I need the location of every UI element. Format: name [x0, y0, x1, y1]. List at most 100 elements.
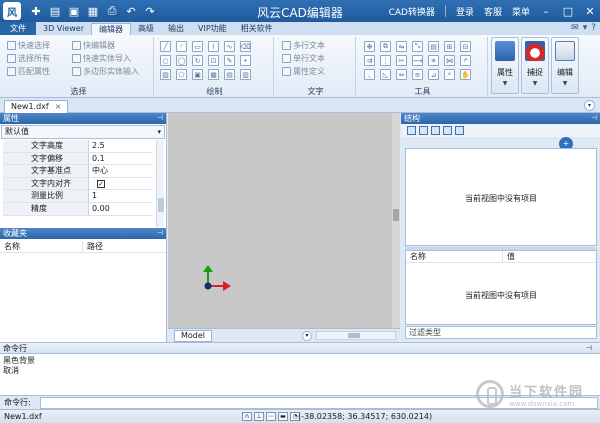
ellipse-icon[interactable]: ◯ — [176, 55, 187, 66]
ortho-toggle-icon[interactable]: ⊥ — [254, 412, 264, 421]
open-icon[interactable]: ▤ — [48, 4, 62, 18]
column-value[interactable]: 值 — [503, 251, 515, 262]
properties-big-button[interactable]: 属性 ▼ — [491, 37, 519, 94]
menu-link[interactable]: 菜单 — [512, 5, 530, 18]
snap-toggle-icon[interactable]: ∩ — [242, 412, 252, 421]
column-name[interactable]: 名称 — [0, 241, 83, 252]
group-icon[interactable]: ⊞ — [444, 41, 455, 52]
grid-toggle-icon[interactable]: ⋯ — [266, 412, 276, 421]
filter-type-input[interactable]: 过滤类型 — [405, 326, 597, 339]
measure-icon[interactable]: ⊿ — [428, 69, 439, 80]
undo-icon[interactable]: ↶ — [124, 4, 138, 18]
mail-icon[interactable]: ✉ — [571, 23, 579, 33]
arc-icon[interactable]: ◜ — [176, 41, 187, 52]
block-editor-button[interactable]: 快编辑器 — [72, 39, 139, 52]
explode-icon[interactable]: ✳ — [428, 55, 439, 66]
table-row[interactable]: 文字高度 2.5 — [3, 140, 153, 153]
circle-icon[interactable]: ○ — [160, 55, 171, 66]
tab-vip[interactable]: VIP功能 — [191, 23, 234, 35]
minimize-icon[interactable]: – — [540, 5, 552, 18]
new-icon[interactable]: ✚ — [29, 4, 43, 18]
canvas-vertical-scrollbar[interactable] — [392, 113, 400, 328]
pin-icon[interactable]: ⊣ — [586, 343, 592, 354]
cad-converter-link[interactable]: CAD转换器 — [389, 5, 435, 18]
doc-tab-new1[interactable]: New1.dxf × — [4, 100, 69, 113]
close-icon[interactable]: × — [55, 101, 62, 113]
structure-tree[interactable]: 当前视图中没有项目 — [405, 148, 597, 246]
tab-advanced[interactable]: 高级 — [131, 23, 161, 35]
column-name[interactable]: 名称 — [406, 251, 503, 262]
edit-big-button[interactable]: 编辑 ▼ — [551, 37, 579, 94]
column-path[interactable]: 路径 — [83, 241, 103, 252]
pin-icon[interactable]: ⊣ — [591, 113, 597, 124]
multiline-text-button[interactable]: 多行文本 — [282, 39, 325, 52]
tab-model[interactable]: Model — [174, 329, 213, 342]
scroll-thumb[interactable] — [348, 333, 360, 338]
text-align-checkbox[interactable]: ✓ — [97, 179, 105, 188]
chevron-down-icon[interactable]: ▾ — [584, 100, 595, 111]
scale-icon[interactable]: ⤡ — [412, 41, 423, 52]
trim-icon[interactable]: ✂ — [396, 55, 407, 66]
hatch-icon[interactable]: ▨ — [160, 69, 171, 80]
layer-icon[interactable]: ▤ — [428, 41, 439, 52]
block-insert-icon[interactable]: ▥ — [240, 69, 251, 80]
table-icon[interactable]: ▦ — [208, 69, 219, 80]
attribute-define-button[interactable]: 属性定义 — [282, 65, 325, 78]
command-input[interactable] — [40, 396, 598, 409]
align-icon[interactable]: ≡ — [412, 69, 423, 80]
region-icon[interactable]: ⊡ — [208, 55, 219, 66]
tab-file[interactable]: 文件 — [0, 22, 36, 35]
table-row[interactable]: 测量比例 1 — [3, 190, 153, 203]
match-props-button[interactable]: 匹配属性 — [7, 65, 50, 78]
single-text-button[interactable]: 单行文本 — [282, 52, 325, 65]
refresh-icon[interactable] — [431, 126, 440, 135]
canvas-horizontal-scrollbar[interactable] — [316, 331, 396, 340]
array-icon[interactable]: ⋮ — [380, 55, 391, 66]
print-icon[interactable]: ⎙ — [105, 4, 119, 18]
join-icon[interactable]: ⋈ — [444, 55, 455, 66]
copy-icon[interactable]: ⧉ — [380, 41, 391, 52]
chevron-down-icon[interactable]: ▾ — [302, 331, 312, 341]
drawing-canvas[interactable]: Model ▾ — [168, 113, 400, 342]
support-link[interactable]: 客服 — [484, 5, 502, 18]
close-icon[interactable]: ✕ — [584, 5, 596, 18]
login-link[interactable]: 登录 — [456, 5, 474, 18]
tab-editor[interactable]: 编辑器 — [91, 23, 131, 35]
pin-icon[interactable]: ⊣ — [157, 228, 163, 239]
tab-related[interactable]: 相关软件 — [234, 23, 280, 35]
export-icon[interactable] — [455, 126, 464, 135]
save-as-icon[interactable]: ▦ — [86, 4, 100, 18]
scroll-thumb[interactable] — [158, 198, 164, 212]
redo-icon[interactable]: ↷ — [143, 4, 157, 18]
curve-icon[interactable]: ∿ — [224, 41, 235, 52]
scroll-thumb[interactable] — [393, 209, 399, 221]
column-view-icon[interactable] — [419, 126, 428, 135]
polygon-entity-input-button[interactable]: 多边形实体输入 — [72, 65, 139, 78]
grid-icon[interactable]: ▤ — [224, 69, 235, 80]
chamfer-icon[interactable]: ◺ — [380, 69, 391, 80]
extend-icon[interactable]: ⟶ — [412, 55, 423, 66]
break-icon[interactable]: ⌿ — [460, 55, 471, 66]
save-icon[interactable]: ▣ — [67, 4, 81, 18]
list-view-icon[interactable] — [407, 126, 416, 135]
table-row[interactable]: 文字偏移 0.1 — [3, 152, 153, 166]
table-row[interactable]: 精度 0.00 — [3, 202, 153, 216]
tab-3d-viewer[interactable]: 3D Viewer — [36, 23, 91, 35]
properties-scrollbar[interactable] — [156, 140, 164, 227]
help-icon[interactable]: ? — [591, 23, 596, 33]
polygon-draw-icon[interactable]: ⬠ — [176, 69, 187, 80]
quick-select-button[interactable]: 快速选择 — [7, 39, 50, 52]
pin-icon[interactable]: ⊣ — [157, 113, 163, 124]
polyline-icon[interactable]: ⌇ — [208, 41, 219, 52]
offset-icon[interactable]: ⇉ — [364, 55, 375, 66]
point-icon[interactable]: • — [240, 55, 251, 66]
line-icon[interactable]: ╱ — [160, 41, 171, 52]
arrow-down-icon[interactable]: ▾ — [583, 23, 588, 33]
mirror-icon[interactable]: ⇋ — [396, 41, 407, 52]
pan-icon[interactable]: ✋ — [460, 69, 471, 80]
properties-dropdown[interactable]: 默认值 ▾ — [1, 125, 165, 139]
lineweight-toggle-icon[interactable]: ▬ — [278, 412, 288, 421]
maximize-icon[interactable]: □ — [562, 5, 574, 18]
table-row[interactable]: 文字内对齐 ✓ — [3, 177, 153, 191]
tab-output[interactable]: 输出 — [161, 23, 191, 35]
